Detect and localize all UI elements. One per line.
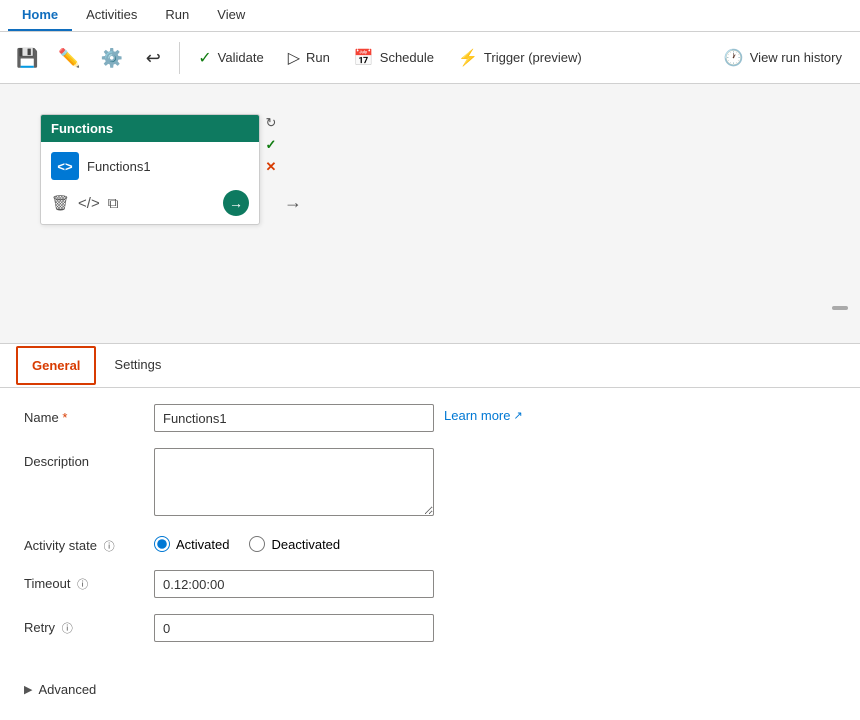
form-area: Name * Learn more ↗ Description Activity… [0, 388, 860, 674]
function-name: Functions1 [87, 159, 151, 174]
functions-card: Functions <> Functions1 🗑 </> ⧉ → [40, 114, 260, 225]
check-indicator[interactable]: ✓ [262, 136, 280, 154]
run-icon: ▷ [288, 48, 300, 68]
timeout-label: Timeout ⓘ [24, 570, 154, 592]
function-icon-box: <> [51, 152, 79, 180]
activated-radio[interactable] [154, 536, 170, 552]
cross-indicator[interactable]: ✕ [262, 158, 280, 176]
external-link-icon: ↗ [513, 409, 522, 422]
collapse-handle[interactable] [832, 306, 848, 310]
tab-bar: Home Activities Run View [0, 0, 860, 32]
functions-card-header: Functions [41, 115, 259, 142]
timeout-info-icon[interactable]: ⓘ [77, 579, 88, 591]
name-input[interactable] [154, 404, 434, 432]
copy-icon[interactable]: ⧉ [108, 195, 119, 212]
history-icon: 🕐 [724, 48, 744, 68]
trigger-icon: ⚡ [458, 48, 478, 68]
section-tabs: General Settings [0, 344, 860, 388]
settings-button[interactable]: ⚙️ [93, 45, 131, 71]
schedule-button[interactable]: 📅 Schedule [344, 42, 444, 74]
refresh-indicator[interactable]: ↻ [262, 114, 280, 132]
card-side-indicators: ↻ ✓ ✕ [262, 114, 280, 176]
timeout-row: Timeout ⓘ [24, 570, 836, 598]
description-row: Description [24, 448, 836, 516]
arrow-right-icon: → [229, 195, 243, 211]
deactivated-radio-item[interactable]: Deactivated [249, 536, 340, 552]
deactivated-radio[interactable] [249, 536, 265, 552]
code-icon[interactable]: </> [78, 195, 100, 212]
name-label: Name * [24, 404, 154, 425]
activity-state-radio-group: Activated Deactivated [154, 532, 340, 552]
edit-icon: ✏️ [58, 49, 80, 67]
activated-radio-item[interactable]: Activated [154, 536, 229, 552]
functions-item: <> Functions1 [49, 148, 251, 184]
go-button[interactable]: → [223, 190, 249, 216]
retry-input[interactable] [154, 614, 434, 642]
tab-settings[interactable]: Settings [100, 347, 175, 384]
view-run-history-button[interactable]: 🕐 View run history [714, 42, 852, 74]
activity-state-info-icon[interactable]: ⓘ [104, 541, 115, 553]
advanced-row[interactable]: ▶ Advanced [0, 674, 860, 705]
functions-card-body: <> Functions1 🗑 </> ⧉ → [41, 142, 259, 224]
retry-row: Retry ⓘ [24, 614, 836, 642]
tab-home[interactable]: Home [8, 0, 72, 31]
description-input[interactable] [154, 448, 434, 516]
learn-more-link[interactable]: Learn more ↗ [444, 404, 523, 423]
tab-activities[interactable]: Activities [72, 0, 151, 31]
description-label: Description [24, 448, 154, 469]
bottom-panel: General Settings Name * Learn more ↗ Des… [0, 344, 860, 704]
activity-state-row: Activity state ⓘ Activated Deactivated [24, 532, 836, 554]
gear-icon: ⚙️ [101, 49, 123, 67]
function-code-icon: <> [57, 159, 72, 174]
functions-actions: 🗑 </> ⧉ → [49, 188, 251, 216]
tab-general[interactable]: General [16, 346, 96, 385]
undo-button[interactable]: ↩ [135, 45, 171, 71]
canvas-area: Functions <> Functions1 🗑 </> ⧉ → ↻ ✓ ✕ [0, 84, 860, 344]
toolbar: 💾 ✏️ ⚙️ ↩ ✓ Validate ▷ Run 📅 Schedule ⚡ … [0, 32, 860, 84]
tab-view[interactable]: View [203, 0, 259, 31]
run-button[interactable]: ▷ Run [278, 42, 340, 74]
tab-run[interactable]: Run [151, 0, 203, 31]
chevron-right-icon: ▶ [24, 683, 32, 696]
arrow-connector: → [284, 192, 302, 213]
name-required: * [62, 410, 67, 425]
name-row: Name * Learn more ↗ [24, 404, 836, 432]
activity-state-label: Activity state ⓘ [24, 532, 154, 554]
save-icon: 💾 [16, 49, 38, 67]
retry-info-icon[interactable]: ⓘ [62, 623, 73, 635]
edit-button[interactable]: ✏️ [50, 45, 88, 71]
retry-label: Retry ⓘ [24, 614, 154, 636]
save-button[interactable]: 💾 [8, 45, 46, 71]
undo-icon: ↩ [146, 49, 161, 67]
timeout-input[interactable] [154, 570, 434, 598]
schedule-icon: 📅 [354, 48, 374, 68]
trigger-button[interactable]: ⚡ Trigger (preview) [448, 42, 592, 74]
validate-icon: ✓ [198, 48, 211, 68]
toolbar-divider-1 [179, 42, 180, 74]
validate-button[interactable]: ✓ Validate [188, 42, 273, 74]
delete-icon[interactable]: 🗑 [51, 194, 70, 212]
